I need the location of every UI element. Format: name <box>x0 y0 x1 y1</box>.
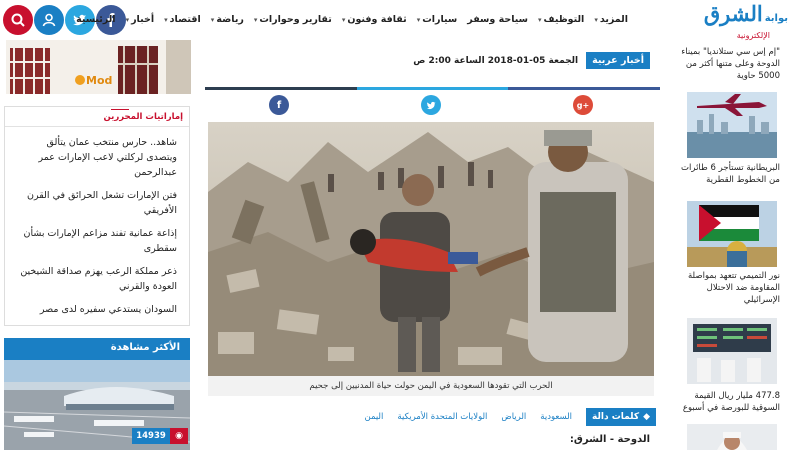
news-item[interactable]: السودان يستدعي سفيره لدى مصر <box>15 302 177 317</box>
tag-icon: ◆ <box>643 412 650 422</box>
chevron-down-icon: ▾ <box>537 15 542 24</box>
news-item[interactable]: فتن الإمارات تشعل الحرائق في القرن الأفر… <box>15 188 177 218</box>
tag-row: ◆ كلمات دالة السعودية الرياض الولايات المت… <box>340 408 656 426</box>
chevron-down-icon: ▾ <box>341 15 346 24</box>
share-twitter-icon[interactable] <box>421 95 441 115</box>
sidebar-item-3-text[interactable]: نور التميمي تتعهد بمواصلة المقاومة ضد ال… <box>680 270 780 306</box>
nav-item[interactable]: تقارير وحوارات ▾ <box>254 14 332 25</box>
nav-item-label: اقتصاد <box>169 14 201 25</box>
nav-item[interactable]: سيارات ▾ <box>417 14 458 25</box>
nav-item[interactable]: اقتصاد ▾ <box>164 14 201 25</box>
sidebar-item-4-image[interactable] <box>687 318 777 384</box>
nav-item[interactable]: ثقافة وفنون ▾ <box>342 14 407 25</box>
chevron-down-icon: ▾ <box>416 15 421 24</box>
article-meta: أخبار عربية الجمعة 05-01-2018 الساعة 2:0… <box>413 52 650 69</box>
nav-item-label: تقارير وحوارات <box>259 14 332 25</box>
nav-item-label: سيارات <box>422 14 458 25</box>
nav-item-label: ثقافة وفنون <box>347 14 407 25</box>
news-item[interactable]: شاهد.. حارس منتخب عمان يتألق ويتصدى لركل… <box>15 135 177 180</box>
user-icon[interactable] <box>34 5 64 35</box>
most-viewed-title: الأكثر مشاهدة <box>4 338 190 360</box>
nav-item-label: التوظيف <box>543 14 585 25</box>
share-facebook-icon[interactable]: f <box>269 95 289 115</box>
tag-link[interactable]: الولايات المتحدة الأمريكية <box>397 412 487 422</box>
logo-sub: الإلكترونية <box>736 31 770 40</box>
nav-item[interactable]: أخبار ▾ <box>126 14 155 25</box>
nav-item-label: رياضة <box>216 14 244 25</box>
tag-link[interactable]: اليمن <box>364 412 383 422</box>
keywords-label: كلمات دالة <box>592 412 640 422</box>
nav-item[interactable]: سياحة وسفر <box>467 14 528 25</box>
share-divider <box>205 87 661 90</box>
nav-item[interactable]: المزيد ▾ <box>594 14 628 25</box>
sidebar-item-1-text[interactable]: "إم إس سي ستلانديا" بميناء الدوحة وعلى م… <box>680 46 780 82</box>
nav-item-label: الرئيسية <box>76 14 116 25</box>
sidebar-item-3-image[interactable] <box>687 201 777 267</box>
site-logo[interactable]: بوابةالشرق الإلكترونية <box>700 1 788 41</box>
keywords-badge: ◆ كلمات دالة <box>586 408 656 426</box>
nav-item-label: أخبار <box>131 14 155 25</box>
chevron-down-icon: ▾ <box>594 15 598 24</box>
news-list: شاهد.. حارس منتخب عمان يتألق ويتصدى لركل… <box>5 127 189 331</box>
emirates-widget: ❮ إماراتيات المحررين شاهد.. حارس منتخب ع… <box>4 106 190 326</box>
dateline: الدوحة - الشرق: <box>569 434 650 445</box>
sidebar-item-2-text[interactable]: البريطانية تستأجر 6 طائرات من الخطوط الق… <box>680 162 780 186</box>
logo-brand: الشرق <box>703 1 763 26</box>
nav-item-label: سياحة وسفر <box>467 14 528 25</box>
sidebar-item-5-image[interactable] <box>687 424 777 450</box>
nav-item[interactable]: الرئيسية <box>76 14 115 25</box>
nav-item[interactable]: التوظيف ▾ <box>538 14 584 25</box>
chevron-down-icon: ▾ <box>253 15 258 24</box>
sidebar-item-2-image[interactable] <box>687 92 777 158</box>
main-nav: الرئيسية أخبار ▾ اقتصاد ▾ رياضة ▾ تقارير وحوارا… <box>66 14 628 25</box>
news-item[interactable]: ذعر مملكة الرعب يهزم صداقة الشيخين العود… <box>15 264 177 294</box>
widget-title: إماراتيات المحررين <box>99 110 187 124</box>
category-badge[interactable]: أخبار عربية <box>586 52 650 69</box>
tag-link[interactable]: السعودية <box>540 412 572 422</box>
chevron-down-icon: ▾ <box>210 15 215 24</box>
tag-link[interactable]: الرياض <box>501 412 526 422</box>
search-icon[interactable] <box>3 5 33 35</box>
eye-icon: ◉ <box>170 428 188 444</box>
news-item[interactable]: إذاعة عمانية تفند مزاعم الإمارات بشأن سق… <box>15 226 178 256</box>
article-photo[interactable] <box>208 122 654 376</box>
photo-caption: الحرب التي تقودها السعودية في اليمن حولت… <box>208 376 654 396</box>
article-date: الجمعة 05-01-2018 الساعة 2:00 ص <box>413 55 579 66</box>
nav-item-label: المزيد <box>599 14 628 25</box>
sidebar-item-4-text[interactable]: 477.8 مليار ريال القيمة السوقية للبورصة … <box>680 390 780 414</box>
nav-item[interactable]: رياضة ▾ <box>211 14 244 25</box>
chevron-down-icon: ▾ <box>125 15 130 24</box>
logo-prefix: بوابة <box>764 13 788 24</box>
chevron-down-icon: ▾ <box>164 15 168 24</box>
ad-text: Mod <box>86 74 112 87</box>
share-row: f g+ <box>205 94 660 116</box>
views-count: 14939 <box>132 428 170 444</box>
ad-banner[interactable]: Mod <box>6 40 191 94</box>
share-google-plus-icon[interactable]: g+ <box>573 95 593 115</box>
site-header: الرئيسية أخبار ▾ اقتصاد ▾ رياضة ▾ تقارير وحوارا… <box>0 0 800 42</box>
